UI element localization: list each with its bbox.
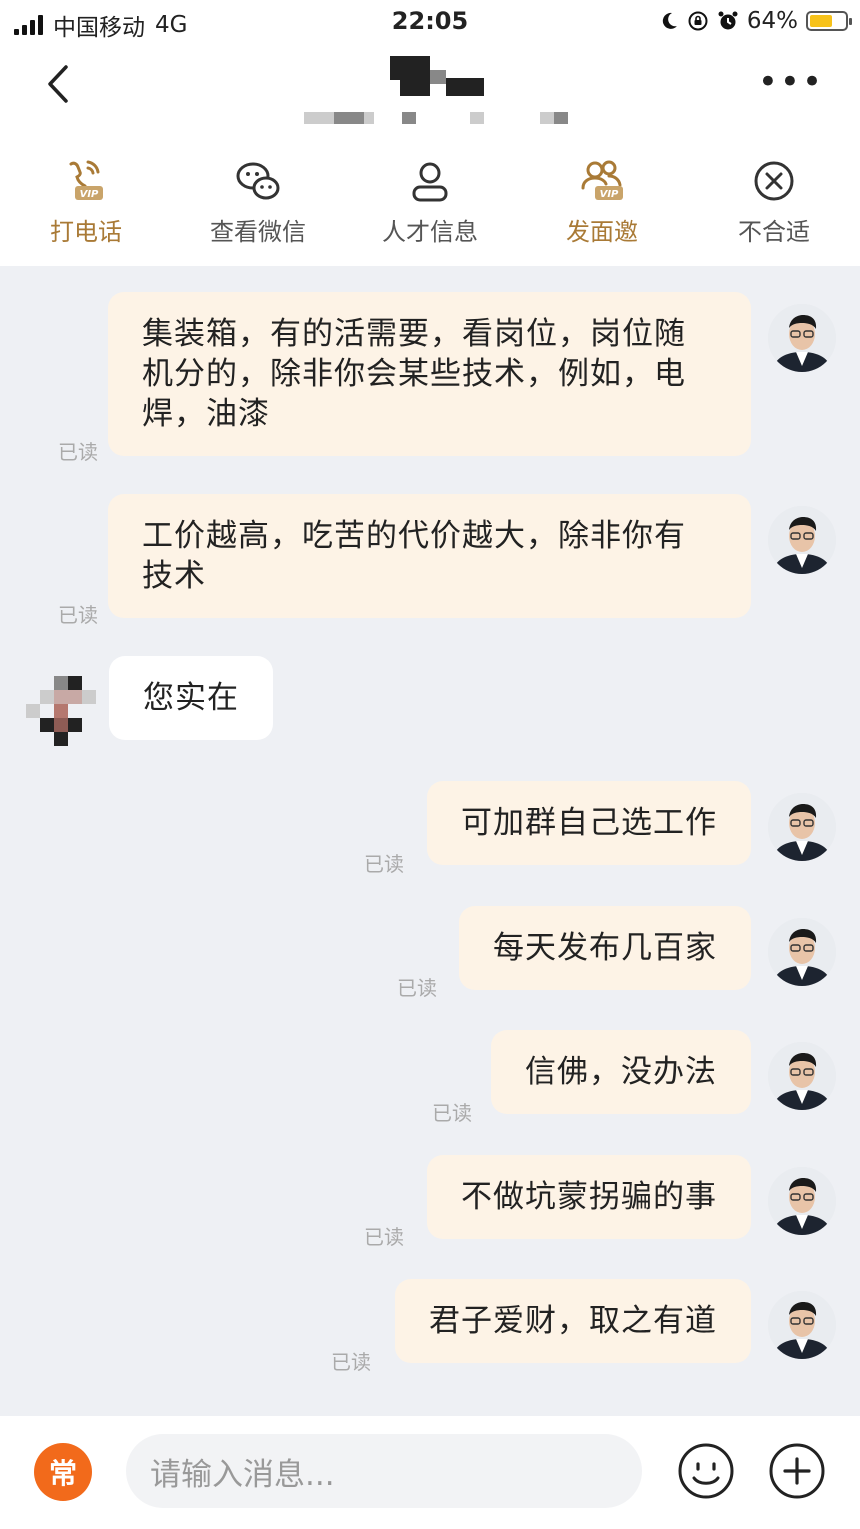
plus-icon[interactable] [768,1442,826,1500]
read-status: 已读 [397,976,437,1000]
close-circle-icon [754,161,794,201]
nav-bar: ••• [0,44,860,144]
message-bubble[interactable]: 集装箱，有的活需要，看岗位，岗位随机分的，除非你会某些技术，例如，电焊，油漆 [108,292,751,456]
quick-reply-button[interactable]: 常 [34,1443,92,1501]
not-suitable-button[interactable]: 不合适 [688,144,860,266]
view-wechat-button[interactable]: 查看微信 [172,144,344,266]
more-icon[interactable]: ••• [758,65,824,99]
message-bubble[interactable]: 信佛，没办法 [491,1030,751,1114]
message-bubble[interactable]: 可加群自己选工作 [427,781,751,865]
avatar[interactable] [768,506,836,574]
svg-text:VIP: VIP [600,189,619,200]
avatar[interactable] [768,918,836,986]
message-bubble[interactable]: 君子爱财，取之有道 [395,1279,751,1363]
battery-fill [810,15,832,27]
avatar[interactable] [768,1042,836,1110]
read-status: 已读 [58,440,98,464]
avatar-image [768,793,836,861]
phone-vip-icon: VIP [69,160,103,200]
message-bubble[interactable]: 不做坑蒙拐骗的事 [427,1155,751,1239]
avatar-image [768,918,836,986]
avatar[interactable] [768,1291,836,1359]
avatar[interactable] [768,1167,836,1235]
avatar[interactable] [768,304,836,372]
back-icon[interactable] [44,64,74,104]
battery-icon [806,11,852,31]
other-avatar-mosaic[interactable] [26,676,98,748]
message-input[interactable]: 请输入消息... [126,1434,642,1508]
talent-info-button[interactable]: 人才信息 [344,144,516,266]
emoji-icon[interactable] [677,1442,735,1500]
interview-invite-button[interactable]: VIP 发面邀 [516,144,688,266]
avatar-image [768,506,836,574]
read-status: 已读 [364,1225,404,1249]
action-bar: VIP 打电话 查看微信 人才信息 VIP 发面邀 不合适 [0,144,860,266]
message-bubble[interactable]: 每天发布几百家 [459,906,751,990]
battery-percent: 64% [746,8,798,34]
read-status: 已读 [58,603,98,627]
read-status: 已读 [331,1350,371,1374]
svg-text:VIP: VIP [80,189,99,200]
view-wechat-label: 查看微信 [210,218,306,246]
avatar-image [768,1167,836,1235]
message-bubble[interactable]: 您实在 [109,656,273,740]
person-icon [412,162,448,202]
status-bar: 中国移动 4G 22:05 64% [0,0,860,44]
interview-vip-icon: VIP [581,160,623,200]
interview-invite-label: 发面邀 [566,218,638,246]
call-button[interactable]: VIP 打电话 [0,144,172,266]
moon-icon [662,12,677,29]
read-status: 已读 [364,852,404,876]
not-suitable-label: 不合适 [738,218,810,246]
alarm-icon [718,11,738,30]
wechat-icon [236,162,280,200]
chat-area[interactable]: 集装箱，有的活需要，看岗位，岗位随机分的，除非你会某些技术，例如，电焊，油漆 已… [0,266,860,1416]
status-right: 64% [659,8,852,34]
message-bubble[interactable]: 工价越高，吃苦的代价越大，除非你有技术 [108,494,751,618]
rotation-lock-icon [688,11,708,31]
avatar-image [768,1042,836,1110]
read-status: 已读 [432,1101,472,1125]
talent-info-label: 人才信息 [382,218,478,246]
avatar-image [768,304,836,372]
avatar-image [768,1291,836,1359]
avatar[interactable] [768,793,836,861]
input-bar: 常 请输入消息... [0,1416,860,1529]
call-label: 打电话 [50,218,122,246]
